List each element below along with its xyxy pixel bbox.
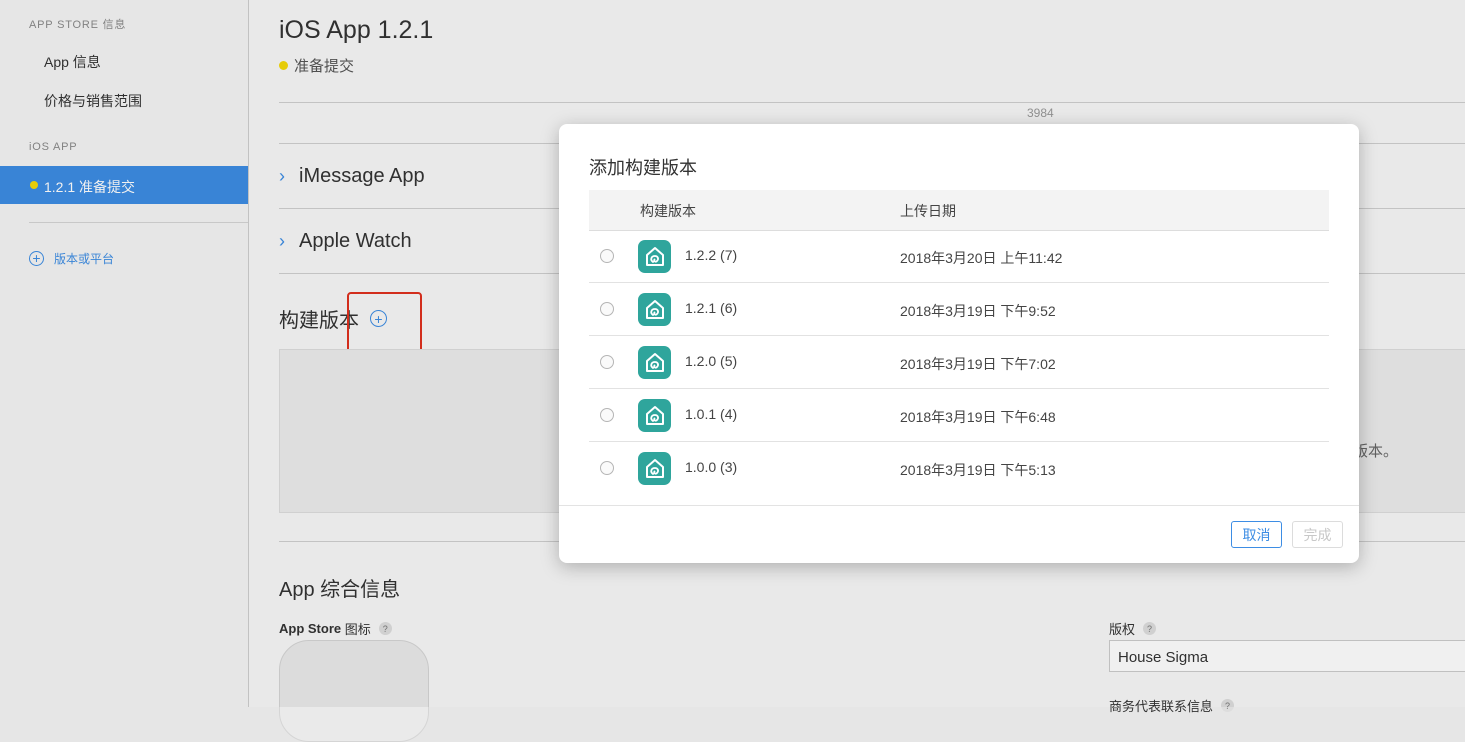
app-house-icon — [638, 293, 671, 326]
app-house-icon — [638, 346, 671, 379]
upload-date: 2018年3月20日 上午11:42 — [900, 250, 1063, 266]
radio-button[interactable] — [600, 249, 614, 263]
upload-date: 2018年3月19日 下午9:52 — [900, 303, 1056, 319]
upload-date: 2018年3月19日 下午6:48 — [900, 409, 1056, 425]
cancel-button[interactable]: 取消 — [1231, 521, 1282, 548]
radio-button[interactable] — [600, 302, 614, 316]
table-row[interactable]: 1.2.2 (7) 2018年3月20日 上午11:42 — [589, 230, 1329, 283]
radio-button[interactable] — [600, 461, 614, 475]
radio-button[interactable] — [600, 355, 614, 369]
table-row[interactable]: 1.2.0 (5) 2018年3月19日 下午7:02 — [589, 336, 1329, 389]
table-row[interactable]: 1.0.1 (4) 2018年3月19日 下午6:48 — [589, 389, 1329, 442]
build-version: 1.0.1 (4) — [685, 406, 738, 422]
app-house-icon — [638, 399, 671, 432]
build-version: 1.2.1 (6) — [685, 300, 738, 316]
table-header: 构建版本 上传日期 — [589, 190, 1329, 231]
app-house-icon — [638, 452, 671, 485]
column-header-build: 构建版本 — [640, 203, 696, 219]
build-version: 1.0.0 (3) — [685, 459, 738, 475]
build-version: 1.2.0 (5) — [685, 353, 738, 369]
add-build-dialog: 添加构建版本 构建版本 上传日期 1.2.2 (7) 2018年3月20日 上午… — [559, 124, 1359, 563]
dialog-footer-divider — [559, 505, 1359, 506]
app-house-icon — [638, 240, 671, 273]
upload-date: 2018年3月19日 下午5:13 — [900, 462, 1056, 478]
dialog-title: 添加构建版本 — [589, 158, 697, 178]
build-version: 1.2.2 (7) — [685, 247, 738, 263]
column-header-upload-date: 上传日期 — [900, 203, 956, 219]
radio-button[interactable] — [600, 408, 614, 422]
upload-date: 2018年3月19日 下午7:02 — [900, 356, 1056, 372]
done-button[interactable]: 完成 — [1292, 521, 1343, 548]
table-row[interactable]: 1.2.1 (6) 2018年3月19日 下午9:52 — [589, 283, 1329, 336]
table-row[interactable]: 1.0.0 (3) 2018年3月19日 下午5:13 — [589, 442, 1329, 494]
